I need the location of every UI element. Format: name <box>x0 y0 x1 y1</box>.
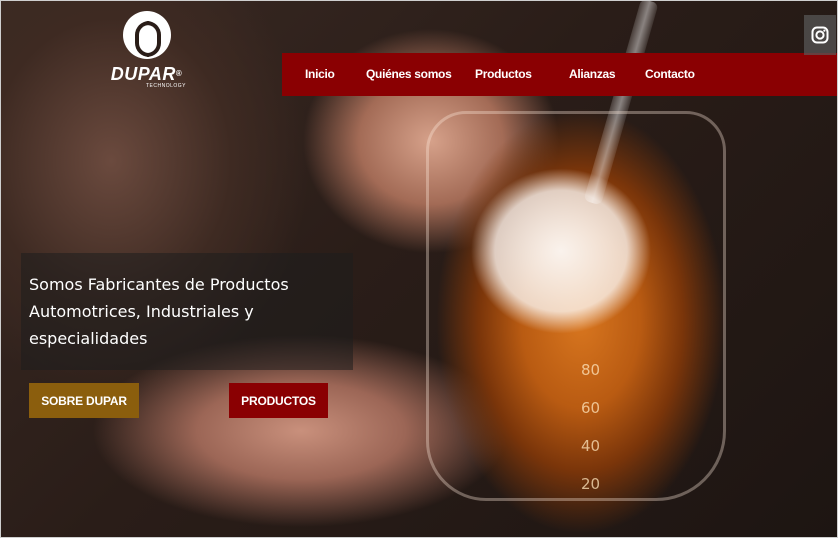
nav-item-quienes-somos[interactable]: Quiénes somos <box>366 67 452 81</box>
beaker-mark-20: 20 <box>581 475 601 493</box>
logo-emblem-icon <box>122 11 171 59</box>
beaker-scale: 80 60 40 20 <box>581 351 600 503</box>
beaker-mark-40: 40 <box>581 437 601 455</box>
logo-registered: ® <box>175 69 183 78</box>
logo-wordmark: DUPAR® <box>99 65 194 83</box>
productos-button[interactable]: PRODUCTOS <box>229 383 328 418</box>
hero-section: 80 60 40 20 DUPAR® TECHNOLOGY Inicio Qui… <box>0 0 838 538</box>
logo-name: DUPAR <box>110 64 176 84</box>
hero-title: Somos Fabricantes de Productos Automotri… <box>29 275 289 348</box>
pipette-image <box>583 1 659 206</box>
beaker-image <box>426 111 726 501</box>
nav-item-contacto[interactable]: Contacto <box>645 67 695 81</box>
sobre-dupar-button[interactable]: SOBRE DUPAR <box>29 383 139 418</box>
main-nav: Inicio Quiénes somos Productos Alianzas … <box>282 53 837 96</box>
beaker-mark-80: 80 <box>581 361 601 379</box>
instagram-button[interactable] <box>804 15 836 55</box>
nav-item-alianzas[interactable]: Alianzas <box>569 67 616 81</box>
nav-item-productos[interactable]: Productos <box>475 67 532 81</box>
nav-item-inicio[interactable]: Inicio <box>305 67 335 81</box>
beaker-mark-60: 60 <box>581 399 601 417</box>
instagram-icon <box>811 26 829 44</box>
hero-text-box: Somos Fabricantes de Productos Automotri… <box>21 253 353 370</box>
dupar-logo[interactable]: DUPAR® TECHNOLOGY <box>99 11 194 101</box>
